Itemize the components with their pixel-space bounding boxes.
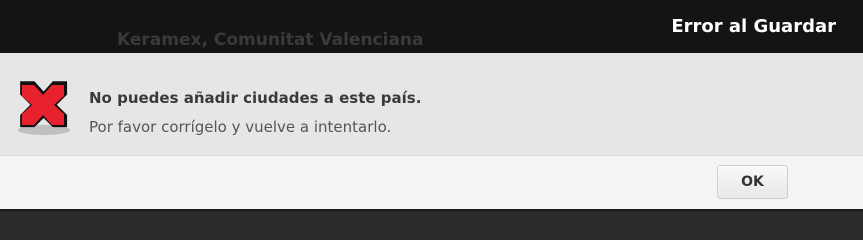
- background-location-text: Keramex, Comunitat Valenciana: [117, 30, 424, 50]
- error-dialog: Keramex, Comunitat Valenciana Error al G…: [0, 0, 863, 211]
- dialog-body: No puedes añadir ciudades a este país. P…: [0, 53, 863, 155]
- error-x-icon: [18, 81, 70, 135]
- error-message: Por favor corrígelo y vuelve a intentarl…: [89, 118, 392, 136]
- dialog-title: Error al Guardar: [671, 16, 836, 37]
- error-heading: No puedes añadir ciudades a este país.: [89, 89, 422, 107]
- dialog-footer: OK: [0, 155, 863, 210]
- ok-button[interactable]: OK: [717, 165, 788, 199]
- bottom-divider: [0, 209, 863, 211]
- dialog-titlebar: Keramex, Comunitat Valenciana Error al G…: [0, 0, 863, 53]
